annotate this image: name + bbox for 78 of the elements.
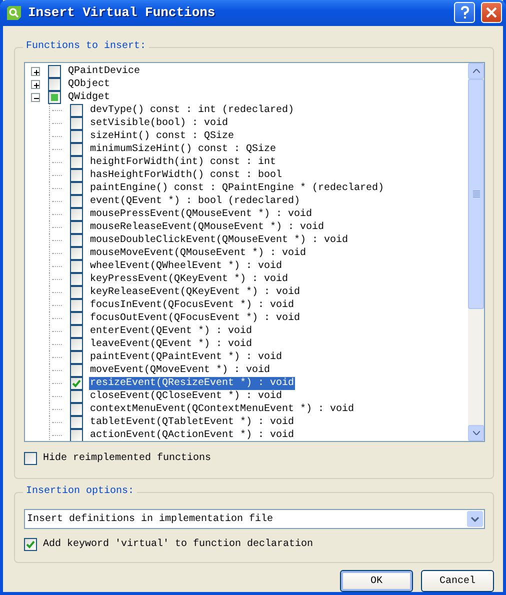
expander-icon[interactable] (31, 67, 40, 76)
checkbox[interactable] (70, 312, 83, 326)
close-button[interactable] (481, 2, 502, 24)
app-icon (6, 4, 22, 21)
checkbox[interactable] (70, 390, 83, 404)
tree-item[interactable]: mouseMoveEvent(QMouseEvent *) : void (89, 247, 308, 260)
tree-item[interactable]: QPaintDevice (67, 65, 142, 78)
tree-item[interactable]: QWidget (67, 91, 112, 104)
checkbox[interactable] (70, 338, 83, 352)
tree-item[interactable]: keyReleaseEvent(QKeyEvent *) : void (89, 286, 302, 300)
checkbox[interactable] (24, 452, 37, 466)
expander-icon[interactable] (31, 80, 40, 90)
checkbox[interactable] (48, 91, 61, 104)
tree-item[interactable]: moveEvent(QMoveEvent *) : void (89, 364, 272, 378)
dialog-button[interactable]: Cancel (421, 570, 494, 592)
tree-item[interactable]: mousePressEvent(QMouseEvent *) : void (89, 208, 314, 222)
checkbox[interactable] (70, 247, 83, 260)
checkbox-label[interactable]: Add keyword 'virtual' to function declaration (43, 537, 314, 552)
close-icon[interactable] (486, 7, 497, 18)
scrollbar[interactable] (468, 63, 484, 442)
checkbox[interactable] (70, 416, 83, 430)
window-title: Insert Virtual Functions (28, 4, 216, 22)
checkbox[interactable] (70, 221, 83, 234)
checkbox[interactable] (70, 403, 83, 416)
checkbox[interactable] (70, 325, 83, 338)
tree-item[interactable]: wheelEvent(QWheelEvent *) : void (89, 260, 284, 274)
tree-item[interactable]: actionEvent(QActionEvent *) : void (89, 429, 296, 442)
checkbox[interactable] (70, 156, 83, 170)
checkbox-label[interactable]: Hide reimplemented functions (43, 451, 212, 466)
help-button[interactable] (454, 2, 475, 24)
checkbox[interactable] (70, 117, 83, 130)
checkbox[interactable] (48, 78, 61, 92)
tree-item[interactable]: mouseDoubleClickEvent(QMouseEvent *) : void (89, 234, 350, 248)
tree-item[interactable]: paintEvent(QPaintEvent *) : void (89, 351, 284, 364)
checkbox[interactable] (70, 377, 83, 390)
checkbox[interactable] (70, 299, 83, 312)
checkbox[interactable] (70, 286, 83, 300)
tree-item[interactable]: sizeHint() const : QSize (89, 130, 236, 144)
tree-item[interactable]: focusOutEvent(QFocusEvent *) : void (89, 312, 302, 326)
scroll-up-icon[interactable] (472, 69, 480, 74)
tree-item[interactable]: event(QEvent *) : bool (redeclared) (89, 195, 302, 208)
checkbox[interactable] (70, 351, 83, 364)
dialog-button[interactable]: OK (340, 570, 413, 592)
tree-item[interactable]: contextMenuEvent(QContextMenuEvent *) : void (89, 403, 356, 416)
checkbox[interactable] (70, 130, 83, 144)
checkbox[interactable] (70, 182, 83, 196)
checkbox[interactable] (48, 65, 61, 78)
checkbox[interactable] (70, 104, 83, 118)
checkbox[interactable] (70, 143, 83, 156)
tree-item[interactable]: enterEvent(QEvent *) : void (89, 325, 254, 338)
tree-item[interactable]: resizeEvent(QResizeEvent *) : void (89, 377, 296, 390)
checkbox[interactable] (70, 429, 83, 442)
checkbox[interactable] (70, 260, 83, 274)
tree-item[interactable]: leaveEvent(QEvent *) : void (89, 338, 254, 352)
tree-item[interactable]: paintEngine() const : QPaintEngine * (redeclared) (89, 182, 386, 196)
checkbox[interactable] (70, 234, 83, 248)
help-icon[interactable] (460, 6, 470, 20)
tree-item[interactable]: heightForWidth(int) const : int (89, 156, 278, 170)
scroll-down-icon[interactable] (472, 431, 480, 436)
tree-item[interactable]: devType() const : int (redeclared) (89, 104, 296, 118)
tree-item[interactable]: QObject (67, 78, 112, 92)
tree-item[interactable]: tabletEvent(QTabletEvent *) : void (89, 416, 296, 430)
tree-item[interactable]: minimumSizeHint() const : QSize (89, 143, 278, 156)
tree-item[interactable]: closeEvent(QCloseEvent *) : void (89, 390, 284, 404)
tree-item[interactable]: keyPressEvent(QKeyEvent *) : void (89, 273, 290, 286)
dropdown[interactable]: Insert definitions in implementation file (24, 509, 485, 529)
checkbox[interactable] (24, 538, 37, 551)
expander-icon[interactable] (31, 93, 40, 102)
checkbox[interactable] (70, 195, 83, 208)
tree-item[interactable]: hasHeightForWidth() const : bool (89, 169, 284, 182)
checkbox[interactable] (70, 273, 83, 286)
tree-item[interactable]: setVisible(bool) : void (89, 117, 230, 130)
checkbox[interactable] (70, 169, 83, 182)
checkbox[interactable] (70, 208, 83, 222)
tree-item[interactable]: mouseReleaseEvent(QMouseEvent *) : void (89, 221, 326, 234)
scroll-thumb[interactable] (468, 79, 484, 310)
checkbox[interactable] (70, 364, 83, 378)
tree-item[interactable]: focusInEvent(QFocusEvent *) : void (89, 299, 296, 312)
